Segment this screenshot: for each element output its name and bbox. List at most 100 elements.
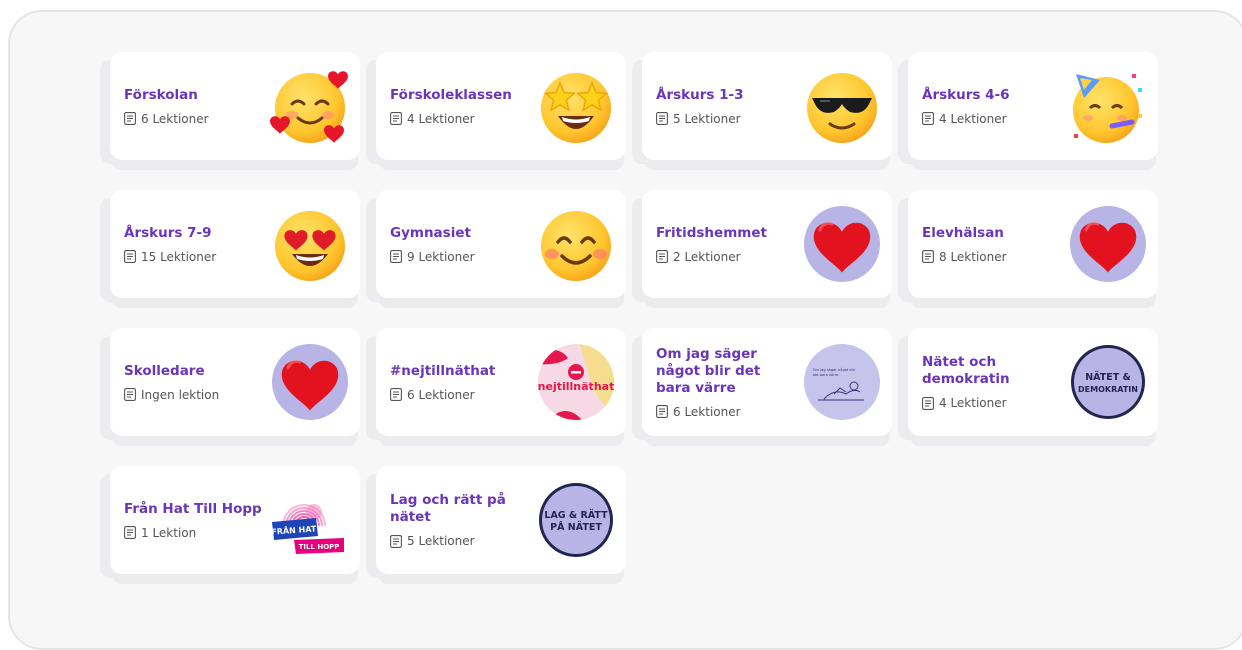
lesson-count: 4 Lektioner bbox=[922, 112, 1062, 126]
lesson-count-label: 4 Lektioner bbox=[939, 396, 1007, 410]
svg-text:PÅ NÄTET: PÅ NÄTET bbox=[550, 522, 602, 533]
lesson-count-label: 2 Lektioner bbox=[673, 249, 741, 264]
lesson-count: Ingen lektion bbox=[124, 388, 264, 402]
course-card-text: Gymnasiet 9 Lektioner bbox=[390, 190, 530, 298]
lesson-count: 5 Lektioner bbox=[656, 112, 796, 126]
nejtillnathat-logo-text: nejtillnäthat bbox=[538, 380, 615, 393]
course-title: Förskolan bbox=[124, 86, 198, 103]
course-card-text: Lag och rätt på nätet 5 Lektioner bbox=[390, 466, 530, 574]
natet-demokratin-badge-icon: NÄTET & DEMOKRATIN bbox=[1070, 344, 1146, 420]
course-title: Förskoleklassen bbox=[390, 86, 512, 103]
course-card[interactable]: Elevhälsan 8 Lektioner bbox=[908, 190, 1158, 298]
course-grid: Förskolan 6 Lektioner Förskoleklassen 4 Lek… bbox=[110, 52, 1158, 574]
lessons-book-icon bbox=[922, 250, 934, 263]
svg-text:Om jag säger något blir: Om jag säger något blir bbox=[813, 367, 856, 372]
sunglasses-face-icon bbox=[804, 68, 880, 144]
course-card[interactable]: #nejtillnäthat 6 Lektioner nejtillnäthat bbox=[376, 328, 626, 436]
course-card-text: Förskolan 6 Lektioner bbox=[124, 52, 264, 160]
svg-text:DEMOKRATIN: DEMOKRATIN bbox=[1078, 385, 1138, 394]
course-title: #nejtillnäthat bbox=[390, 362, 496, 379]
heart-icon bbox=[804, 206, 880, 282]
course-card-text: #nejtillnäthat 6 Lektioner bbox=[390, 328, 530, 436]
lesson-count: 6 Lektioner bbox=[390, 388, 530, 402]
course-title: Skolledare bbox=[124, 362, 205, 379]
lesson-count: 6 Lektioner bbox=[124, 112, 264, 126]
course-card[interactable]: Förskoleklassen 4 Lektioner bbox=[376, 52, 626, 160]
lesson-count-label: 1 Lektion bbox=[141, 525, 197, 540]
lesson-count-label: 4 Lektioner bbox=[407, 111, 475, 126]
star-struck-face-icon bbox=[538, 68, 614, 144]
lesson-count-label: 4 Lektioner bbox=[939, 111, 1007, 126]
course-card-text: Om jag säger något blir det bara värre 6 … bbox=[656, 328, 796, 436]
course-card[interactable]: Om jag säger något blir det bara värre 6 … bbox=[642, 328, 892, 436]
lesson-count: 1 Lektion bbox=[124, 526, 264, 540]
heart-eyes-face-icon bbox=[272, 206, 348, 282]
course-title: Nätet och demokratin bbox=[922, 354, 1010, 387]
lesson-count: 4 Lektioner bbox=[390, 112, 530, 126]
partying-face-icon bbox=[1070, 68, 1146, 144]
svg-text:NÄTET &: NÄTET & bbox=[1085, 372, 1131, 383]
lessons-book-icon bbox=[656, 112, 668, 125]
lesson-count-label: 6 Lektioner bbox=[141, 111, 209, 126]
course-title: Från Hat Till Hopp bbox=[124, 500, 262, 517]
lessons-book-icon bbox=[390, 112, 402, 125]
course-card[interactable]: Nätet och demokratin 4 Lektioner NÄTET & DE… bbox=[908, 328, 1158, 436]
course-card-text: Årskurs 7-9 15 Lektioner bbox=[124, 190, 264, 298]
lessons-book-icon bbox=[656, 405, 668, 418]
course-card[interactable]: Från Hat Till Hopp 1 Lektion FRÅN HAT TILL … bbox=[110, 466, 360, 574]
lessons-book-icon bbox=[656, 250, 668, 263]
course-card[interactable]: Årskurs 7-9 15 Lektioner bbox=[110, 190, 360, 298]
lessons-book-icon bbox=[922, 112, 934, 125]
course-card-text: Årskurs 4-6 4 Lektioner bbox=[922, 52, 1062, 160]
course-title: Om jag säger något blir det bara värre bbox=[656, 345, 761, 396]
heart-icon bbox=[272, 344, 348, 420]
course-title: Gymnasiet bbox=[390, 224, 471, 241]
lesson-count-label: 9 Lektioner bbox=[407, 249, 475, 264]
lesson-count-label: 6 Lektioner bbox=[407, 387, 475, 402]
smiling-face-with-hearts-icon bbox=[270, 68, 348, 144]
course-card[interactable]: Skolledare Ingen lektion bbox=[110, 328, 360, 436]
course-title: Årskurs 7-9 bbox=[124, 224, 212, 241]
course-title: Fritidshemmet bbox=[656, 224, 767, 241]
svg-text:TILL HOPP: TILL HOPP bbox=[299, 543, 340, 551]
course-card[interactable]: Årskurs 4-6 4 Lektioner bbox=[908, 52, 1158, 160]
nejtillnathat-logo-icon: nejtillnäthat bbox=[538, 344, 614, 420]
lesson-count-label: 6 Lektioner bbox=[673, 404, 741, 419]
illustration-person-lying-icon: Om jag säger något blir det bara värre. bbox=[804, 344, 880, 420]
lesson-count: 5 Lektioner bbox=[390, 534, 530, 548]
course-card-text: Årskurs 1-3 5 Lektioner bbox=[656, 52, 796, 160]
lessons-book-icon bbox=[124, 526, 136, 539]
course-card-text: Skolledare Ingen lektion bbox=[124, 328, 264, 436]
lag-ratt-natet-badge-icon: LAG & RÄTT PÅ NÄTET bbox=[538, 482, 614, 558]
lesson-count: 4 Lektioner bbox=[922, 396, 1062, 410]
fran-hat-till-hopp-logo-icon: FRÅN HAT TILL HOPP bbox=[271, 482, 348, 558]
course-title: Årskurs 1-3 bbox=[656, 86, 744, 103]
course-card[interactable]: Fritidshemmet 2 Lektioner bbox=[642, 190, 892, 298]
course-card-text: Förskoleklassen 4 Lektioner bbox=[390, 52, 530, 160]
smiling-face-icon bbox=[538, 206, 614, 282]
course-card[interactable]: Årskurs 1-3 5 Lektioner bbox=[642, 52, 892, 160]
course-title: Lag och rätt på nätet bbox=[390, 492, 506, 525]
lesson-count-label: 5 Lektioner bbox=[673, 111, 741, 126]
course-card-text: Nätet och demokratin 4 Lektioner bbox=[922, 328, 1062, 436]
lessons-book-icon bbox=[124, 250, 136, 263]
course-card-text: Fritidshemmet 2 Lektioner bbox=[656, 190, 796, 298]
course-card-text: Elevhälsan 8 Lektioner bbox=[922, 190, 1062, 298]
lessons-book-icon bbox=[124, 388, 136, 401]
lessons-book-icon bbox=[124, 112, 136, 125]
svg-text:LAG & RÄTT: LAG & RÄTT bbox=[544, 510, 608, 521]
lesson-count: 2 Lektioner bbox=[656, 250, 796, 264]
course-title: Elevhälsan bbox=[922, 224, 1004, 241]
course-card[interactable]: Lag och rätt på nätet 5 Lektioner LAG & RÄ… bbox=[376, 466, 626, 574]
lesson-count-label: 8 Lektioner bbox=[939, 249, 1007, 264]
lessons-book-icon bbox=[922, 396, 934, 410]
lesson-count: 8 Lektioner bbox=[922, 250, 1062, 264]
course-card[interactable]: Gymnasiet 9 Lektioner bbox=[376, 190, 626, 298]
svg-text:det bara värre.: det bara värre. bbox=[813, 373, 840, 377]
lessons-book-icon bbox=[390, 250, 402, 263]
lesson-count-label: 15 Lektioner bbox=[141, 249, 217, 264]
course-card[interactable]: Förskolan 6 Lektioner bbox=[110, 52, 360, 160]
course-card-text: Från Hat Till Hopp 1 Lektion bbox=[124, 466, 264, 574]
heart-icon bbox=[1070, 206, 1146, 282]
lesson-count: 15 Lektioner bbox=[124, 250, 264, 264]
